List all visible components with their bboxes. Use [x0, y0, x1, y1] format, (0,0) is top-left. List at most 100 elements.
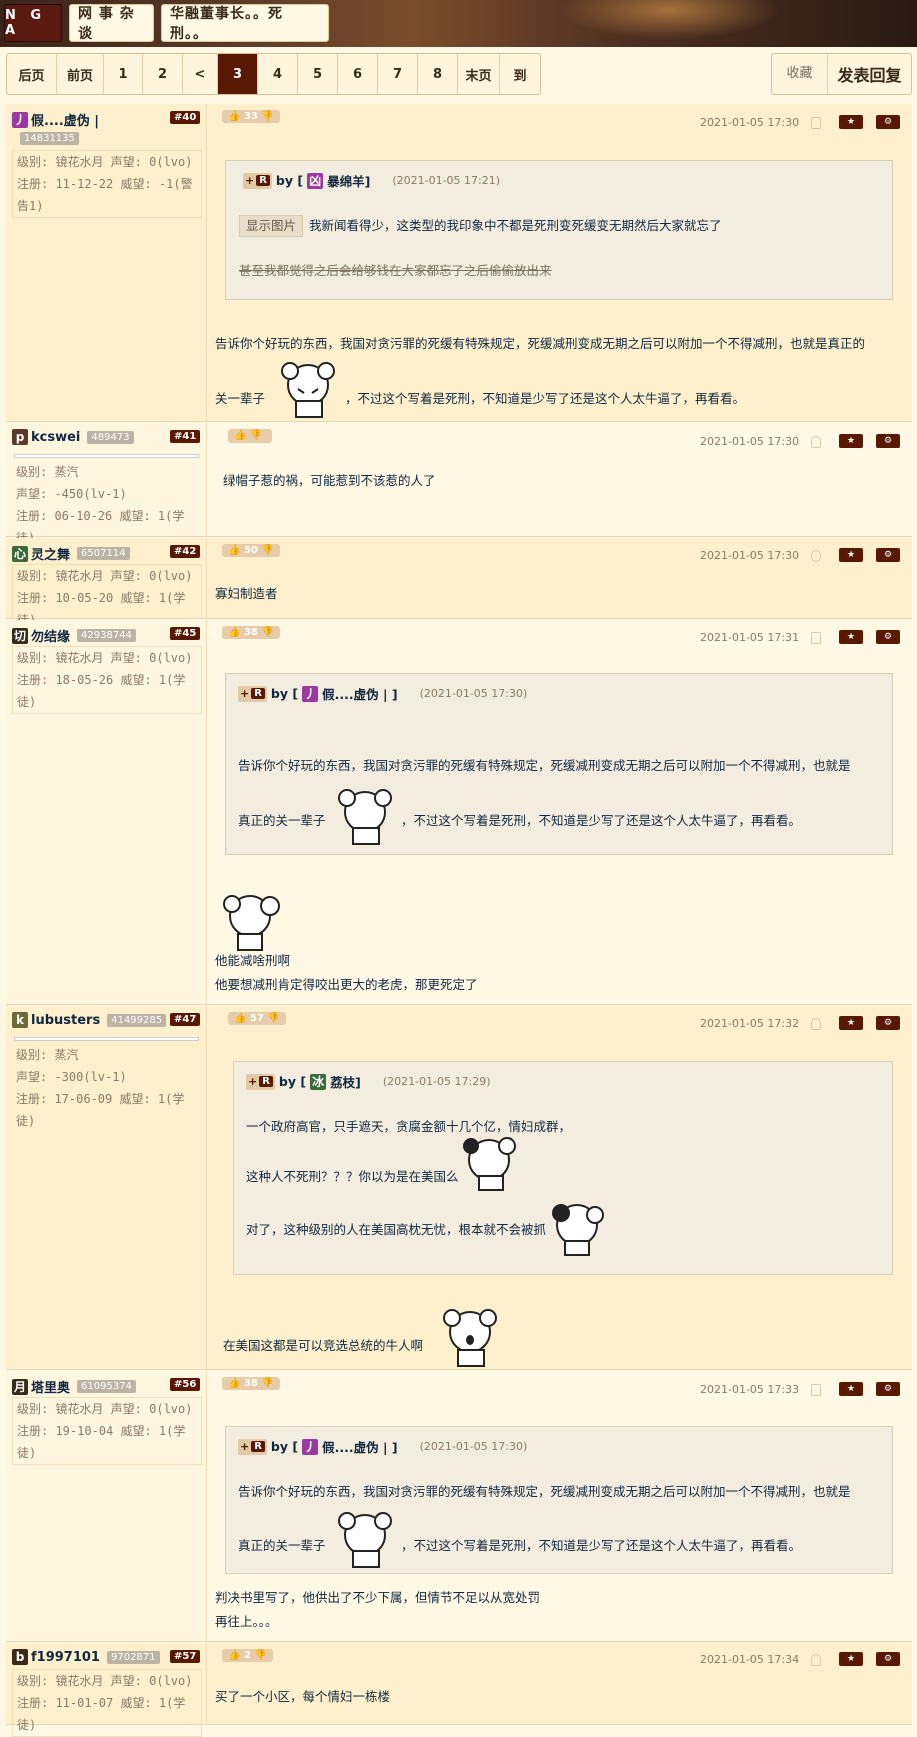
show-image-button[interactable]: 显示图片 [239, 215, 304, 237]
star-icon[interactable]: ★ [839, 1382, 863, 1396]
like-dislike-button[interactable]: 👍 38 👎 [222, 1377, 280, 1390]
quote-author[interactable]: 荔枝] [330, 1072, 361, 1091]
star-icon[interactable]: ★ [839, 548, 863, 562]
gear-icon[interactable]: ⚙ [876, 1382, 900, 1396]
post-time: 2021-01-05 17:30 [700, 549, 800, 562]
page-8[interactable]: 8 [418, 54, 458, 94]
quote-text-2: 这种人不死刑？？？你以为是在美国么 [246, 1169, 459, 1184]
thread-actions: 收藏 发表回复 [771, 53, 912, 95]
floor-number[interactable]: #42 [170, 545, 201, 558]
post-text: 在美国这都是可以竞选总统的牛人啊 [223, 1338, 424, 1353]
post-text: 他能减啥刑啊 [215, 953, 291, 968]
post-text: 告诉你个好玩的东西，我国对贪污罪的死缓有特殊规定，死缓减刑变成无期之后可以附加一… [215, 336, 866, 351]
like-dislike-button[interactable]: 👍 33 👎 [222, 110, 280, 123]
quote-text: 甚至我都觉得之后会给够钱在大家都忘了之后偷偷放出来 [239, 263, 552, 278]
gear-icon[interactable]: ⚙ [876, 115, 900, 129]
star-icon[interactable]: ★ [839, 115, 863, 129]
page-6[interactable]: 6 [338, 54, 378, 94]
post-time: 2021-01-05 17:30 [700, 435, 800, 448]
page-7[interactable]: 7 [378, 54, 418, 94]
quote-author[interactable]: 假....虚伪 | ] [322, 1437, 397, 1456]
floor-number[interactable]: #57 [170, 1650, 201, 1663]
user-name[interactable]: b f1997101 9702871 [12, 1649, 160, 1665]
reputation-bar [14, 454, 199, 458]
reply-button[interactable]: 发表回复 [828, 62, 911, 86]
user-panel: b f1997101 9702871 #57 级别: 镜花水月 声望: 0(lvo)… [6, 1643, 207, 1737]
user-id: 9702871 [106, 1650, 160, 1664]
android-icon [811, 436, 821, 448]
post-text-2: 关一辈子 [215, 391, 266, 406]
floor-number[interactable]: #47 [170, 1013, 201, 1026]
user-avatar: 月 [12, 1378, 28, 1395]
quote-header: + R by [冰荔枝] (2021-01-05 17:29) [246, 1072, 491, 1091]
user-info: 级别: 镜花水月 声望: 0(lvo) 注册: 19-10-04 威望: 1(学徒… [12, 1397, 202, 1465]
star-icon[interactable]: ★ [839, 1652, 863, 1666]
like-dislike-button[interactable]: 👍 👎 [228, 429, 272, 443]
post-time: 2021-01-05 17:33 [700, 1383, 800, 1396]
quote-block: + R by [冰荔枝] (2021-01-05 17:29) 一个政府高官，只手… [233, 1061, 893, 1275]
user-name[interactable]: k lubusters 41499285 [12, 1012, 167, 1028]
post-45: 切勿结缘 42938744 #45 级别: 镜花水月 声望: 0(lvo) 注册: … [6, 620, 912, 1005]
floor-number[interactable]: #41 [170, 430, 201, 443]
page-2[interactable]: 2 [143, 54, 183, 94]
gear-icon[interactable]: ⚙ [876, 434, 900, 448]
quote-text-2: 真正的关一辈子 [238, 813, 326, 828]
quote-author[interactable]: 暴绵羊] [327, 171, 370, 190]
gear-icon[interactable]: ⚙ [876, 548, 900, 562]
sticker-image [552, 1204, 604, 1256]
quote-header: + R by [丿假....虚伪 | ] (2021-01-05 17:30) [238, 684, 528, 703]
user-id: 14831135 [20, 132, 79, 145]
user-info: 级别: 镜花水月 声望: 0(lvo) 注册: 18-05-26 威望: 1(学徒… [12, 646, 202, 714]
quote-tag[interactable]: + R [243, 172, 272, 189]
page-prev[interactable]: 前页 [57, 54, 104, 94]
user-name[interactable]: 心灵之舞 6507114 [12, 544, 130, 563]
quote-tag[interactable]: + R [238, 685, 267, 702]
star-icon[interactable]: ★ [839, 1016, 863, 1030]
android-icon [811, 1018, 821, 1030]
like-dislike-button[interactable]: 👍 57 👎 [228, 1012, 286, 1025]
user-name[interactable]: 切勿结缘 42938744 [12, 626, 136, 645]
page-3-current[interactable]: 3 [218, 54, 258, 94]
page-4[interactable]: 4 [258, 54, 298, 94]
nga-logo[interactable]: N G A [4, 4, 62, 42]
gear-icon[interactable]: ⚙ [876, 1652, 900, 1666]
user-id: 489473 [87, 430, 134, 444]
page-1[interactable]: 1 [104, 54, 143, 94]
page-end[interactable]: 末页 [458, 54, 500, 94]
user-name[interactable]: p kcswei 489473 [12, 429, 134, 445]
quote-tag[interactable]: + R [246, 1073, 275, 1090]
user-panel: 心灵之舞 6507114 #42 级别: 镜花水月 声望: 0(lvo) 注册: 1… [6, 538, 207, 632]
floor-number[interactable]: #40 [170, 111, 201, 124]
breadcrumb-forum[interactable]: 网 事 杂 谈 [69, 4, 154, 42]
breadcrumb-thread[interactable]: 华融董事长。。死刑。。 [161, 4, 329, 42]
page-back[interactable]: < [183, 54, 218, 94]
gear-icon[interactable]: ⚙ [876, 630, 900, 644]
user-panel: p kcswei 489473 #41 级别: 蒸汽 声望: -450(lv-1) 注册… [6, 423, 207, 545]
user-name[interactable]: 丿假....虚伪 | [12, 110, 99, 129]
quote-tag[interactable]: + R [238, 1438, 267, 1455]
page-last[interactable]: 后页 [7, 54, 57, 94]
like-dislike-button[interactable]: 👍 38 👎 [222, 626, 280, 639]
favorite-button[interactable]: 收藏 [772, 54, 828, 94]
reputation-bar [14, 1037, 199, 1041]
user-name[interactable]: 月塔里奥 61095374 [12, 1377, 136, 1396]
user-id: 41499285 [107, 1013, 167, 1027]
like-dislike-button[interactable]: 👍 2 👎 [222, 1649, 273, 1662]
star-icon[interactable]: ★ [839, 434, 863, 448]
star-icon[interactable]: ★ [839, 630, 863, 644]
page-5[interactable]: 5 [298, 54, 338, 94]
post-47: k lubusters 41499285 #47 级别: 蒸汽 声望: -300(lv… [6, 1006, 912, 1370]
quote-text: 告诉你个好玩的东西，我国对贪污罪的死缓有特殊规定，死缓减刑变成无期之后可以附加一… [238, 758, 851, 773]
floor-number[interactable]: #45 [170, 627, 201, 640]
quote-text-3: ，不过这个写着是死刑，不知道是少写了还是这个人太牛逼了，再看看。 [401, 1538, 802, 1553]
quote-author[interactable]: 假....虚伪 | ] [322, 684, 397, 703]
page-goto[interactable]: 到 [500, 54, 540, 94]
post-text-2: 再往上。。。 [215, 1614, 278, 1629]
android-icon [811, 1654, 821, 1666]
post-57: b f1997101 9702871 #57 级别: 镜花水月 声望: 0(lvo)… [6, 1643, 912, 1737]
gear-icon[interactable]: ⚙ [876, 1016, 900, 1030]
user-id: 6507114 [77, 547, 130, 560]
floor-number[interactable]: #56 [170, 1378, 201, 1391]
like-dislike-button[interactable]: 👍 50 👎 [222, 544, 280, 557]
quote-avatar: 冰 [310, 1073, 327, 1090]
